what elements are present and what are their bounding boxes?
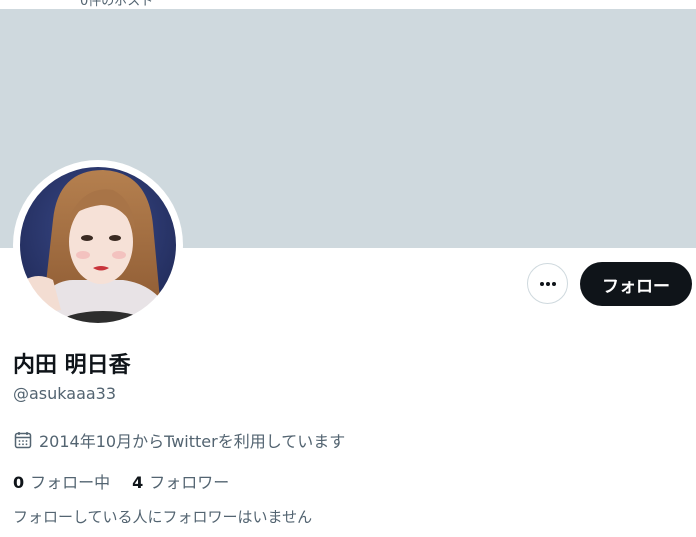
followers-label: フォロワー bbox=[149, 473, 230, 492]
user-handle: @asukaaa33 bbox=[13, 384, 117, 403]
more-options-button[interactable] bbox=[527, 263, 568, 304]
avatar[interactable] bbox=[13, 160, 183, 330]
more-horizontal-icon bbox=[539, 281, 556, 286]
followers-you-know-text: フォローしている人にフォロワーはいません bbox=[13, 508, 313, 526]
top-strip: 0件のポスト bbox=[0, 0, 696, 9]
following-label: フォロー中 bbox=[30, 473, 111, 492]
display-name: 内田 明日香 bbox=[13, 353, 131, 378]
avatar-image bbox=[16, 163, 180, 327]
join-date-text: 2014年10月からTwitterを利用しています bbox=[39, 432, 346, 451]
follow-button[interactable]: フォロー bbox=[580, 262, 692, 306]
followers-link[interactable]: 4 フォロワー bbox=[132, 469, 229, 493]
join-date: 2014年10月からTwitterを利用しています bbox=[13, 428, 345, 452]
profile-page: 0件のポスト フォロー 内田 明日香 @asukaaa33 2014年10月から… bbox=[0, 0, 696, 537]
following-count: 0 bbox=[13, 473, 25, 492]
calendar-icon bbox=[14, 432, 32, 449]
following-link[interactable]: 0 フォロー中 bbox=[13, 469, 110, 493]
post-count-text: 0件のポスト bbox=[80, 0, 154, 9]
follow-stats: 0 フォロー中 4 フォロワー bbox=[13, 469, 229, 493]
followers-count: 4 bbox=[132, 473, 144, 492]
